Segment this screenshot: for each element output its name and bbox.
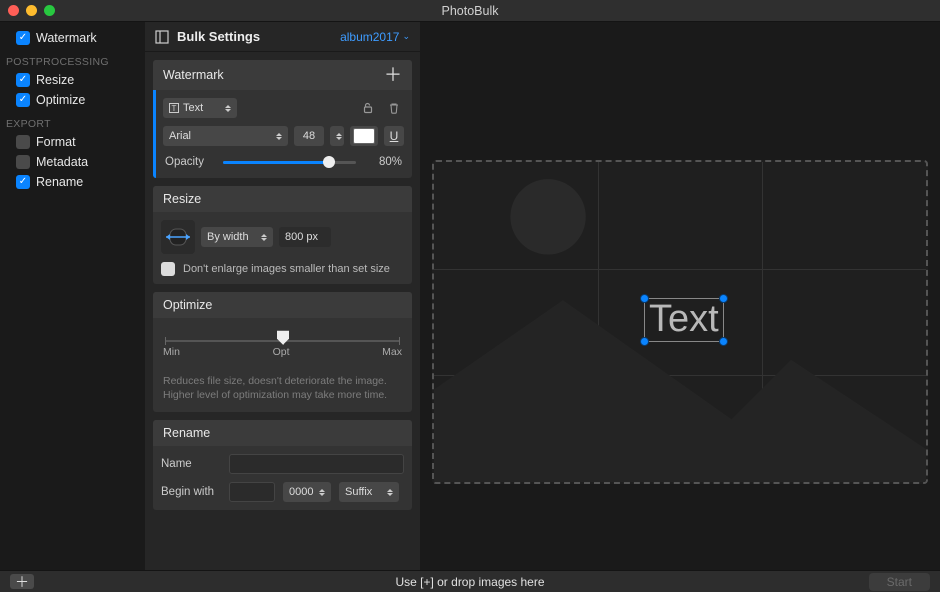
- panel-header: Bulk Settings album2017 ⌄: [145, 22, 420, 52]
- checkbox-off-icon[interactable]: [16, 135, 30, 149]
- text-type-icon: T: [169, 103, 179, 113]
- no-enlarge-checkbox[interactable]: [161, 262, 175, 276]
- preview-canvas: Text: [420, 22, 940, 570]
- checkbox-on-icon[interactable]: ✓: [16, 31, 30, 45]
- optimize-slider[interactable]: Min Opt Max: [161, 326, 404, 362]
- resize-value: 800 px: [285, 231, 318, 243]
- footer: ＋ Use [+] or drop images here Start: [0, 570, 940, 592]
- footer-hint: Use [+] or drop images here: [0, 575, 940, 589]
- checkbox-on-icon[interactable]: ✓: [16, 93, 30, 107]
- section-header-watermark: Watermark ＋: [153, 60, 412, 90]
- rename-placement-value: Suffix: [345, 486, 372, 498]
- panel-title: Bulk Settings: [177, 29, 260, 44]
- rename-counter-format-select[interactable]: 0000: [283, 482, 331, 502]
- no-enlarge-label: Don't enlarge images smaller than set si…: [183, 263, 390, 275]
- optimize-min-label: Min: [163, 346, 180, 358]
- section-title: Rename: [163, 426, 210, 440]
- slider-knob[interactable]: [323, 156, 335, 168]
- sidebar: ✓ Watermark POSTPROCESSING ✓ Resize ✓ Op…: [0, 22, 145, 570]
- checkbox-on-icon[interactable]: ✓: [16, 73, 30, 87]
- watermark-preview-text[interactable]: Text: [645, 299, 723, 341]
- preset-name: album2017: [340, 30, 399, 44]
- opacity-label: Opacity: [165, 156, 213, 168]
- titlebar: PhotoBulk: [0, 0, 940, 22]
- section-header-rename: Rename: [153, 420, 412, 446]
- sidebar-item-label: Resize: [36, 73, 74, 87]
- add-watermark-button[interactable]: ＋: [384, 66, 402, 84]
- resize-handle-bl[interactable]: [640, 337, 649, 346]
- drop-zone[interactable]: Text: [432, 160, 928, 484]
- watermark-type-select[interactable]: T Text: [163, 98, 237, 118]
- section-title: Optimize: [163, 298, 212, 312]
- chevron-down-icon: ⌄: [402, 31, 410, 42]
- sidebar-item-metadata[interactable]: Metadata: [0, 152, 145, 172]
- rename-name-input[interactable]: [229, 454, 404, 474]
- app-title: PhotoBulk: [0, 4, 940, 18]
- rename-name-label: Name: [161, 458, 221, 470]
- sidebar-item-resize[interactable]: ✓ Resize: [0, 70, 145, 90]
- layout-grid-icon[interactable]: [155, 30, 169, 44]
- sidebar-item-label: Watermark: [36, 31, 97, 45]
- checkbox-on-icon[interactable]: ✓: [16, 175, 30, 189]
- section-watermark: Watermark ＋ T Text: [153, 60, 412, 178]
- sidebar-item-label: Optimize: [36, 93, 85, 107]
- resize-mode-select[interactable]: By width: [201, 227, 273, 247]
- sidebar-item-label: Format: [36, 135, 76, 149]
- watermark-size-stepper[interactable]: [330, 126, 344, 146]
- watermark-size-input[interactable]: 48: [294, 126, 324, 146]
- sidebar-item-optimize[interactable]: ✓ Optimize: [0, 90, 145, 110]
- rename-counter-format-value: 0000: [289, 486, 313, 498]
- opacity-value: 80%: [366, 156, 402, 168]
- resize-value-input[interactable]: 800 px: [279, 227, 331, 247]
- section-optimize: Optimize Min Opt Max: [153, 292, 412, 412]
- slider-knob[interactable]: [276, 330, 290, 346]
- resize-handle-tl[interactable]: [640, 294, 649, 303]
- optimize-opt-label: Opt: [273, 346, 290, 358]
- rename-begin-label: Begin with: [161, 486, 221, 498]
- optimize-description: Reduces file size, doesn't deteriorate t…: [161, 370, 404, 404]
- sidebar-item-rename[interactable]: ✓ Rename: [0, 172, 145, 192]
- svg-text:T: T: [172, 104, 177, 113]
- section-header-optimize: Optimize: [153, 292, 412, 318]
- settings-panel: Bulk Settings album2017 ⌄ Watermark ＋ T: [145, 22, 420, 570]
- underline-toggle[interactable]: U: [384, 126, 404, 146]
- optimize-max-label: Max: [382, 346, 402, 358]
- resize-handle-br[interactable]: [719, 337, 728, 346]
- rename-placement-select[interactable]: Suffix: [339, 482, 399, 502]
- opacity-slider[interactable]: [223, 161, 356, 164]
- section-rename: Rename Name Begin with 0000: [153, 420, 412, 510]
- sidebar-item-watermark[interactable]: ✓ Watermark: [0, 28, 145, 48]
- resize-mode-value: By width: [207, 231, 249, 243]
- checkbox-off-icon[interactable]: [16, 155, 30, 169]
- rename-begin-input[interactable]: [229, 482, 275, 502]
- watermark-size-value: 48: [303, 130, 315, 142]
- watermark-font-value: Arial: [169, 130, 191, 142]
- resize-mode-icon[interactable]: [161, 220, 195, 254]
- sidebar-item-label: Metadata: [36, 155, 88, 169]
- trash-icon[interactable]: [384, 98, 404, 118]
- watermark-font-select[interactable]: Arial: [163, 126, 288, 146]
- resize-handle-tr[interactable]: [719, 294, 728, 303]
- section-title: Resize: [163, 192, 201, 206]
- section-header-resize: Resize: [153, 186, 412, 212]
- preset-dropdown[interactable]: album2017 ⌄: [340, 30, 410, 44]
- sidebar-item-format[interactable]: Format: [0, 132, 145, 152]
- section-resize: Resize By width: [153, 186, 412, 284]
- sidebar-header-postprocessing: POSTPROCESSING: [0, 48, 145, 70]
- sidebar-header-export: EXPORT: [0, 110, 145, 132]
- sidebar-item-label: Rename: [36, 175, 83, 189]
- watermark-type-value: Text: [183, 102, 203, 114]
- unlock-icon[interactable]: [358, 98, 378, 118]
- section-title: Watermark: [163, 68, 224, 82]
- watermark-bounding-box[interactable]: Text: [644, 298, 724, 342]
- watermark-color-swatch[interactable]: [350, 126, 378, 146]
